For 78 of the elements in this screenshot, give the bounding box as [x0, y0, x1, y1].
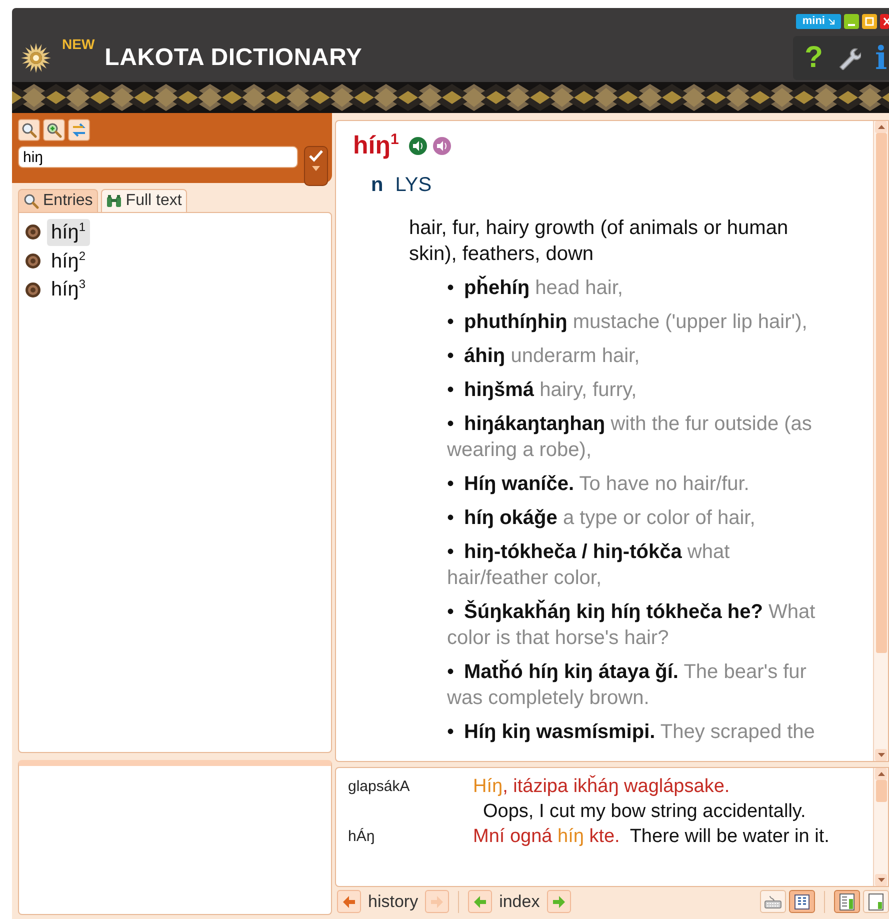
new-label: NEW — [62, 36, 95, 52]
translation-text: There will be water in it. — [630, 825, 830, 849]
scrollbar-thumb[interactable] — [876, 780, 886, 802]
arrow-icon — [828, 18, 835, 25]
scroll-up-icon[interactable] — [878, 772, 884, 776]
example-item: • hiŋ-tókheča / hiŋ-tókča what hair/feather color, — [447, 540, 731, 592]
part-of-speech: n — [371, 174, 384, 198]
zoom-in-icon — [46, 122, 62, 138]
translation-text: Oops, I cut my bow string accidentally. — [483, 800, 806, 824]
example-item: • híŋ okáǧe a type or color of hair, — [447, 506, 756, 532]
example-item: • áhiŋ underarm hair, — [447, 344, 641, 370]
lakota-phrase: Mní ogná — [473, 826, 554, 847]
example-item: • Matȟó híŋ kiŋ átaya ǧí. The bear's fur was completely brown. — [447, 659, 808, 712]
nav-label: history — [367, 892, 420, 912]
binoculars-icon — [106, 194, 122, 208]
back-button[interactable] — [337, 890, 361, 913]
entry-icon — [25, 252, 41, 269]
checkmark-icon — [309, 150, 323, 162]
dropdown-icon[interactable] — [312, 166, 320, 171]
scroll-down-icon[interactable] — [878, 878, 884, 882]
search-icon — [23, 193, 39, 209]
usage-key: hÁŋ — [336, 824, 473, 849]
right-arrow-icon — [552, 896, 565, 908]
nav-label: index — [498, 892, 541, 912]
scrollbar[interactable] — [873, 121, 888, 761]
tab[interactable]: Entries — [18, 189, 98, 212]
lakota-phrase: kte. — [588, 826, 620, 847]
help-button[interactable]: ? — [804, 41, 823, 75]
search-field[interactable]: hiŋ — [18, 146, 298, 168]
scrollbar-thumb[interactable] — [876, 133, 886, 653]
scroll-down-icon[interactable] — [878, 753, 884, 757]
go-button[interactable] — [304, 146, 328, 186]
usage-key: glapsákA — [336, 774, 473, 824]
search-icon — [21, 122, 37, 138]
entry-icon — [25, 224, 41, 240]
keyboard-icon — [764, 894, 782, 908]
view-button[interactable] — [760, 890, 786, 913]
example-item: • hiŋšmá hairy, furry, — [447, 378, 638, 404]
result-item[interactable]: híŋ$^{2}$ — [47, 248, 90, 274]
wrench-icon[interactable] — [837, 46, 861, 70]
speaker-icon[interactable] — [432, 136, 451, 155]
entry-icon — [25, 282, 41, 298]
layout-icon — [839, 892, 855, 910]
sun-logo-icon — [20, 42, 52, 74]
layout-icon — [868, 892, 884, 910]
swap-button[interactable] — [68, 119, 90, 141]
example-item: • Šúŋkakȟáŋ kiŋ híŋ tókheča he? What color is that horse's hair? — [447, 599, 816, 652]
matched-word: Híŋ — [473, 776, 503, 797]
right-arrow-icon — [431, 896, 444, 908]
lakota-phrase: , itázipa ikȟáŋ waglápsake. — [502, 776, 730, 797]
example-item: • hiŋákaŋtaŋhaŋ with the fur outside (as wearing a robe), — [447, 412, 813, 464]
example-item: • phuthíŋhiŋ mustache ('upper lip hair'), — [447, 310, 808, 336]
matched-word: híŋ — [558, 826, 584, 847]
close-icon[interactable] — [880, 14, 889, 29]
app-title: LAKOTA DICTIONARY — [104, 44, 362, 72]
headword: híŋ$^{1}$ — [353, 131, 399, 160]
result-item[interactable]: híŋ$^{3}$ — [47, 276, 90, 303]
back-button[interactable] — [468, 890, 492, 913]
info-button[interactable]: i — [875, 39, 889, 77]
result-item[interactable]: híŋ$^{1}$ — [47, 219, 90, 246]
example-item: • Híŋ waníče. To have no hair/fur. — [447, 472, 750, 498]
view-button[interactable] — [834, 890, 860, 913]
scrollbar[interactable] — [873, 768, 888, 886]
definition-text: hair, fur, hairy growth (of animals or human skin), feathers, down — [409, 216, 790, 268]
view-button[interactable] — [789, 890, 815, 913]
columns-icon — [794, 894, 810, 910]
example-item: • Híŋ kiŋ wasmísmipi. They scraped the — [447, 720, 816, 746]
zoom-in-button[interactable] — [43, 119, 65, 141]
tab[interactable]: Full text — [100, 189, 187, 212]
source-label: LYS — [395, 174, 432, 198]
view-button[interactable] — [863, 890, 889, 913]
example-item: • pȟehíŋ head hair, — [447, 275, 624, 302]
speaker-icon[interactable] — [408, 136, 427, 155]
search-button[interactable] — [18, 119, 40, 141]
forward-button[interactable] — [546, 890, 571, 913]
scroll-up-icon[interactable] — [878, 125, 884, 129]
maximize-icon[interactable] — [862, 14, 877, 29]
minimize-icon[interactable] — [844, 14, 859, 29]
